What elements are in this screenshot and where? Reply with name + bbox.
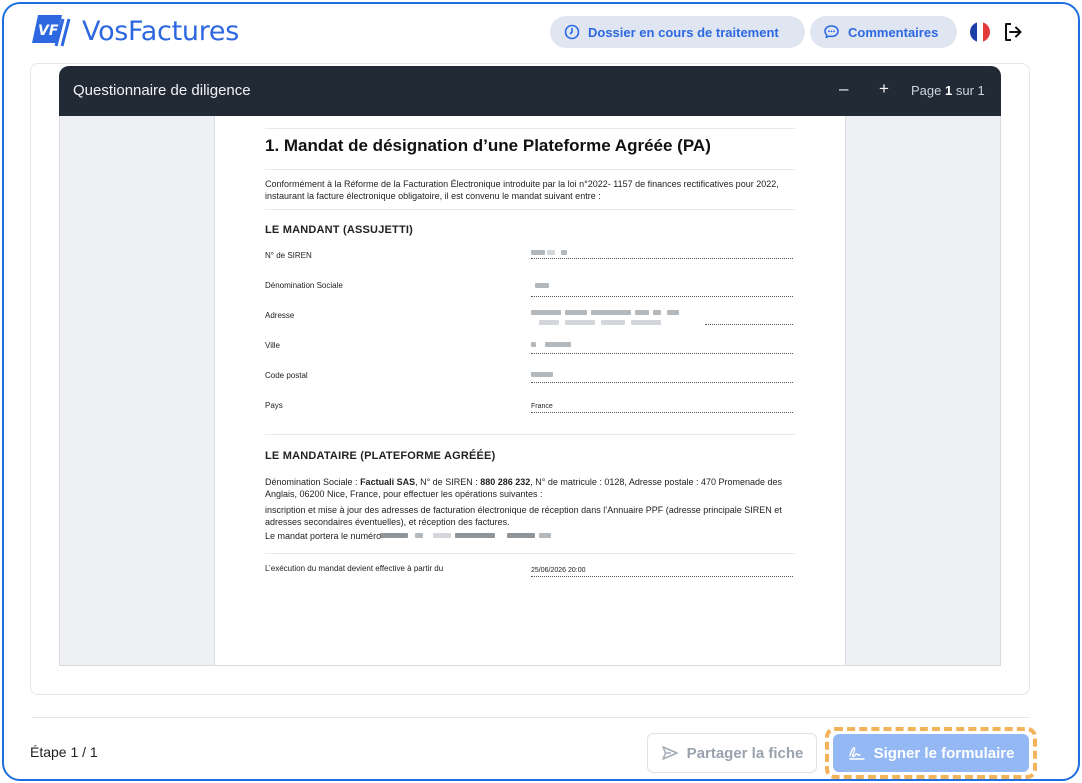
redacted-value (535, 283, 549, 288)
page-current: 1 (945, 83, 953, 98)
field-label-ville: Ville (265, 341, 280, 350)
redacted-value (380, 533, 408, 538)
page-indicator: Page 1 sur 1 (911, 83, 985, 98)
redacted-value (631, 320, 661, 325)
redacted-value (561, 250, 567, 255)
redacted-value (539, 320, 559, 325)
redacted-value (415, 533, 423, 538)
viewer-toolbar: Questionnaire de diligence – + Page 1 su… (59, 66, 1001, 116)
redacted-value (635, 310, 649, 315)
divider (265, 169, 795, 170)
logo[interactable]: VF VosFactures (32, 13, 239, 49)
mandataire-heading: LE MANDATAIRE (PLATEFORME AGRÉÉE) (265, 450, 496, 462)
share-label: Partager la fiche (686, 744, 804, 762)
field-line (531, 353, 793, 354)
logo-text: VosFactures (82, 15, 239, 47)
effective-label: L’exécution du mandat devient effective … (265, 564, 444, 573)
redacted-value (531, 342, 536, 347)
signature-icon (848, 747, 865, 760)
redacted-value (433, 533, 451, 538)
redacted-value (531, 250, 545, 255)
mandant-heading: LE MANDANT (ASSUJETTI) (265, 224, 414, 236)
viewer-card: Questionnaire de diligence – + Page 1 su… (30, 63, 1030, 695)
divider (265, 553, 795, 554)
redacted-value (601, 320, 625, 325)
viewer-scroll-area[interactable]: 1. Mandat de désignation d’une Plateform… (59, 116, 1001, 666)
redacted-value (531, 310, 561, 315)
document-title: 1. Mandat de désignation d’une Plateform… (265, 136, 711, 155)
intro-paragraph: Conformément à la Réforme de la Facturat… (265, 179, 779, 201)
field-label-pays: Pays (265, 401, 283, 410)
field-line (531, 296, 793, 297)
mandataire-paragraph: Dénomination Sociale : Factuali SAS, N° … (265, 477, 783, 499)
step-indicator: Étape 1 / 1 (30, 744, 98, 760)
viewer-title: Questionnaire de diligence (73, 82, 251, 99)
france-flag-icon[interactable] (970, 22, 990, 42)
status-label: Dossier en cours de traitement (588, 24, 779, 40)
field-line (705, 324, 793, 325)
send-icon (661, 746, 678, 760)
sign-button[interactable]: Signer le formulaire (833, 734, 1029, 772)
vosfactures-logo-icon: VF (32, 13, 76, 49)
mandataire-company: Factuali SAS (360, 477, 416, 487)
divider (265, 209, 795, 210)
redacted-value (531, 372, 553, 377)
redacted-value (539, 533, 551, 538)
field-label-denomination: Dénomination Sociale (265, 281, 343, 290)
field-label-code-postal: Code postal (265, 371, 308, 380)
mandataire-siren: 880 286 232 (480, 477, 531, 487)
page-total: 1 (977, 83, 985, 98)
redacted-value (547, 250, 555, 255)
top-bar: VF VosFactures Dossier en cours de trait… (4, 4, 1078, 64)
zoom-in-button[interactable]: + (879, 79, 889, 99)
status-button[interactable]: Dossier en cours de traitement (550, 16, 805, 48)
divider (265, 128, 795, 129)
comments-label: Commentaires (848, 24, 939, 40)
field-line (531, 382, 793, 383)
sign-label: Signer le formulaire (873, 744, 1015, 762)
field-line (531, 412, 793, 413)
mandat-number-label: Le mandat portera le numéro (265, 531, 382, 541)
field-label-siren: N° de SIREN (265, 251, 312, 260)
document-page: 1. Mandat de désignation d’une Plateform… (214, 116, 846, 665)
logout-icon[interactable] (1002, 21, 1024, 48)
svg-text:VF: VF (38, 23, 59, 39)
redacted-value (545, 342, 571, 347)
redacted-value (653, 310, 661, 315)
app-frame: VF VosFactures Dossier en cours de trait… (2, 2, 1080, 781)
field-line (531, 576, 793, 577)
share-button[interactable]: Partager la fiche (647, 733, 817, 773)
zoom-out-button[interactable]: – (839, 79, 848, 99)
chat-icon (824, 25, 839, 39)
redacted-value (591, 310, 631, 315)
footer-divider (32, 717, 1030, 718)
redacted-value (565, 310, 587, 315)
divider (265, 434, 795, 435)
redacted-value (565, 320, 595, 325)
field-line (531, 258, 793, 259)
effective-value: 25/06/2026 20:00 (531, 567, 586, 574)
field-value-pays: France (531, 403, 553, 410)
field-label-adresse: Adresse (265, 311, 295, 320)
redacted-value (667, 310, 679, 315)
redacted-value (507, 533, 535, 538)
redacted-value (455, 533, 495, 538)
comments-button[interactable]: Commentaires (810, 16, 957, 48)
clock-icon (564, 24, 580, 40)
operations-paragraph: inscription et mise à jour des adresses … (265, 505, 782, 527)
